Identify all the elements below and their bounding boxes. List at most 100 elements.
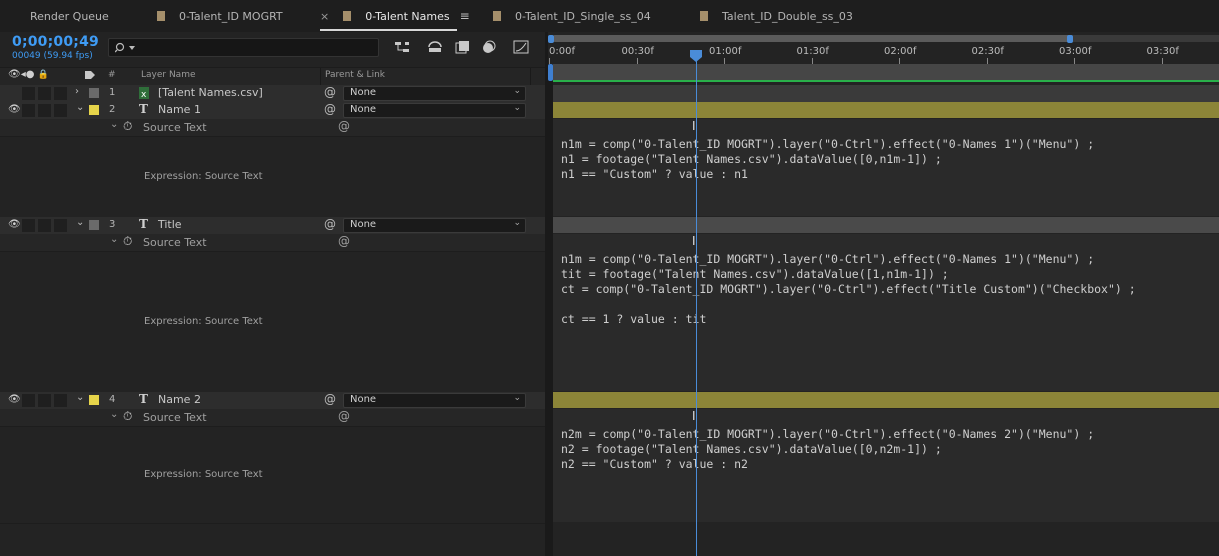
number-column-header: # — [108, 70, 116, 80]
layer-track[interactable] — [553, 85, 1219, 102]
time-navigator[interactable] — [553, 35, 1070, 42]
property-row[interactable]: ⌄ ⏱ Source Text @ — [0, 119, 545, 136]
expression-row: Expression: Source Text — [0, 426, 545, 524]
expression-label: Expression: Source Text — [144, 469, 263, 480]
collapse-arrow-icon[interactable]: ⌄ — [76, 392, 84, 403]
expression-row: Expression: Source Text — [0, 251, 545, 393]
collapse-arrow-icon[interactable]: ⌄ — [110, 234, 118, 245]
collapse-arrow-icon[interactable]: ⌄ — [110, 119, 118, 130]
layer-row[interactable]: 👁 ⌄ 4 T Name 2 @ None ⌄ — [0, 392, 545, 410]
expression-pick-whip-icon[interactable]: @ — [338, 234, 350, 248]
layer-track-bar[interactable] — [553, 392, 1219, 408]
property-name: Source Text — [143, 121, 207, 134]
comp-flowchart-icon[interactable] — [392, 38, 412, 56]
parent-dropdown[interactable]: None ⌄ — [343, 86, 526, 101]
label-color-swatch[interactable] — [89, 220, 99, 230]
layer-name[interactable]: Title — [158, 218, 182, 231]
layer-row[interactable]: 👁 ⌄ 3 T Title @ None ⌄ — [0, 217, 545, 235]
visibility-eye-icon[interactable]: 👁 — [8, 219, 21, 230]
tab-talent-id-single[interactable]: 0-Talent_ID_Single_ss_04 — [493, 0, 651, 32]
label-color-swatch[interactable] — [89, 395, 99, 405]
search-input[interactable] — [108, 38, 379, 57]
label-tag-icon[interactable] — [84, 70, 96, 81]
tab-talent-id-mogrt[interactable]: 0-Talent_ID MOGRT — [157, 0, 283, 32]
expression-row: Expression: Source Text — [0, 136, 545, 218]
text-layer-icon: T — [139, 392, 148, 406]
navigator-end-handle[interactable] — [1067, 35, 1073, 43]
comp-swatch-icon — [157, 11, 165, 21]
collapse-arrow-icon[interactable]: ⌄ — [76, 102, 84, 113]
comp-swatch-icon — [343, 11, 352, 21]
ruler-tick-label: 03:00f — [1059, 46, 1092, 57]
layer-name-column-header[interactable]: Layer Name — [141, 70, 196, 80]
pick-whip-icon[interactable]: @ — [324, 102, 336, 116]
tab-label: 0-Talent_ID MOGRT — [179, 9, 283, 23]
text-cursor-icon: I — [692, 119, 696, 133]
expression-pick-whip-icon[interactable]: @ — [338, 409, 350, 423]
panel-menu-icon[interactable]: ≡ — [460, 9, 470, 23]
property-track — [553, 409, 1219, 426]
expression-label: Expression: Source Text — [144, 171, 263, 182]
expression-label: Expression: Source Text — [144, 316, 263, 327]
tab-label: 0-Talent Names — [365, 9, 450, 23]
work-area-bar[interactable] — [553, 64, 1219, 81]
visibility-eye-icon[interactable]: 👁 — [8, 394, 21, 405]
playhead-marker-icon[interactable] — [690, 50, 703, 63]
parent-dropdown[interactable]: None ⌄ — [343, 393, 526, 408]
visibility-eye-icon[interactable]: 👁 — [8, 104, 21, 115]
navigator-start-handle[interactable] — [548, 35, 554, 43]
av-features-header-icons[interactable]: 👁◂● 🔒 — [8, 69, 49, 80]
tab-render-queue[interactable]: Render Queue — [30, 0, 109, 32]
tab-talent-id-double[interactable]: Talent_ID_Double_ss_03 — [700, 0, 853, 32]
layer-track-bar[interactable] — [553, 217, 1219, 233]
layer-row[interactable]: 👁 ⌄ 2 T Name 1 @ None ⌄ — [0, 102, 545, 120]
frame-count: 00049 (59.94 fps) — [12, 51, 93, 61]
layer-number: 2 — [109, 104, 116, 115]
layer-name[interactable]: Name 1 — [158, 103, 201, 116]
stopwatch-icon[interactable]: ⏱ — [123, 119, 132, 134]
expression-editor[interactable]: n2m = comp("0-Talent_ID MOGRT").layer("0… — [561, 427, 1094, 472]
collapse-arrow-icon[interactable]: ⌄ — [76, 217, 84, 228]
draft-3d-icon[interactable] — [425, 38, 445, 56]
layer-track-bar[interactable] — [553, 102, 1219, 118]
tab-talent-names[interactable]: × 0-Talent Names ≡ — [320, 0, 470, 32]
pick-whip-icon[interactable]: @ — [324, 392, 336, 406]
pick-whip-icon[interactable]: @ — [324, 85, 336, 99]
parent-dropdown[interactable]: None ⌄ — [343, 218, 526, 233]
text-cursor-icon: I — [692, 409, 696, 423]
layer-row[interactable]: › 1 x [Talent Names.csv] @ None ⌄ — [0, 85, 545, 103]
motion-blur-icon[interactable] — [478, 38, 498, 56]
graph-editor-icon[interactable] — [511, 38, 531, 56]
render-cache-indicator — [553, 80, 1219, 82]
current-time-indicator[interactable] — [696, 52, 697, 556]
text-layer-icon: T — [139, 102, 148, 116]
expression-editor[interactable]: n1m = comp("0-Talent_ID MOGRT").layer("0… — [561, 137, 1094, 182]
property-name: Source Text — [143, 236, 207, 249]
layer-name[interactable]: Name 2 — [158, 393, 201, 406]
label-color-swatch[interactable] — [89, 105, 99, 115]
panel-divider[interactable] — [545, 32, 553, 556]
collapse-arrow-icon[interactable]: ⌄ — [110, 409, 118, 420]
expression-pick-whip-icon[interactable]: @ — [338, 119, 350, 133]
ruler-tick-label: 00:30f — [621, 46, 654, 57]
property-row[interactable]: ⌄ ⏱ Source Text @ — [0, 409, 545, 426]
expand-arrow-icon[interactable]: › — [75, 86, 79, 97]
frame-blending-icon[interactable] — [452, 38, 472, 56]
work-area-start-handle[interactable] — [548, 64, 553, 81]
parent-link-column-header[interactable]: Parent & Link — [325, 70, 385, 80]
pick-whip-icon[interactable]: @ — [324, 217, 336, 231]
ruler-tick-label: 02:00f — [884, 46, 917, 57]
current-time-display[interactable]: 0;00;00;49 — [12, 34, 99, 50]
ruler-tick-label: 02:30f — [971, 46, 1004, 57]
stopwatch-icon[interactable]: ⏱ — [123, 234, 132, 249]
expression-editor[interactable]: n1m = comp("0-Talent_ID MOGRT").layer("0… — [561, 252, 1136, 327]
property-track — [553, 234, 1219, 251]
parent-dropdown[interactable]: None ⌄ — [343, 103, 526, 118]
property-row[interactable]: ⌄ ⏱ Source Text @ — [0, 234, 545, 251]
close-icon[interactable]: × — [320, 10, 329, 23]
label-color-swatch[interactable] — [89, 88, 99, 98]
stopwatch-icon[interactable]: ⏱ — [123, 409, 132, 424]
property-name: Source Text — [143, 411, 207, 424]
comp-swatch-icon — [700, 11, 708, 21]
layer-name[interactable]: [Talent Names.csv] — [158, 86, 263, 99]
